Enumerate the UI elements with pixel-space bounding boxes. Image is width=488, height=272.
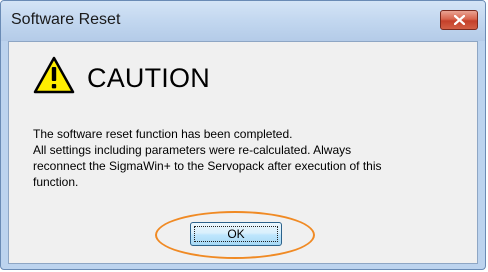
ok-button-label: OK [227,227,245,241]
message-line: The software reset function has been com… [33,127,293,141]
title-bar[interactable]: Software Reset [1,1,485,41]
warning-triangle-icon [33,56,75,94]
ok-button[interactable]: OK [190,222,282,246]
dialog-title: Software Reset [11,11,121,28]
close-icon [454,15,465,25]
message-line: All settings including parameters were r… [33,143,352,157]
caution-heading: CAUTION [87,63,210,93]
software-reset-dialog: Software Reset CAUTION The software rese… [0,0,486,270]
message-line: function. [33,175,79,189]
message-text: The software reset function has been com… [33,126,473,190]
message-line: reconnect the SigmaWin+ to the Servopack… [33,159,382,173]
dialog-body: CAUTION The software reset function has … [8,41,478,264]
close-button[interactable] [440,10,478,30]
